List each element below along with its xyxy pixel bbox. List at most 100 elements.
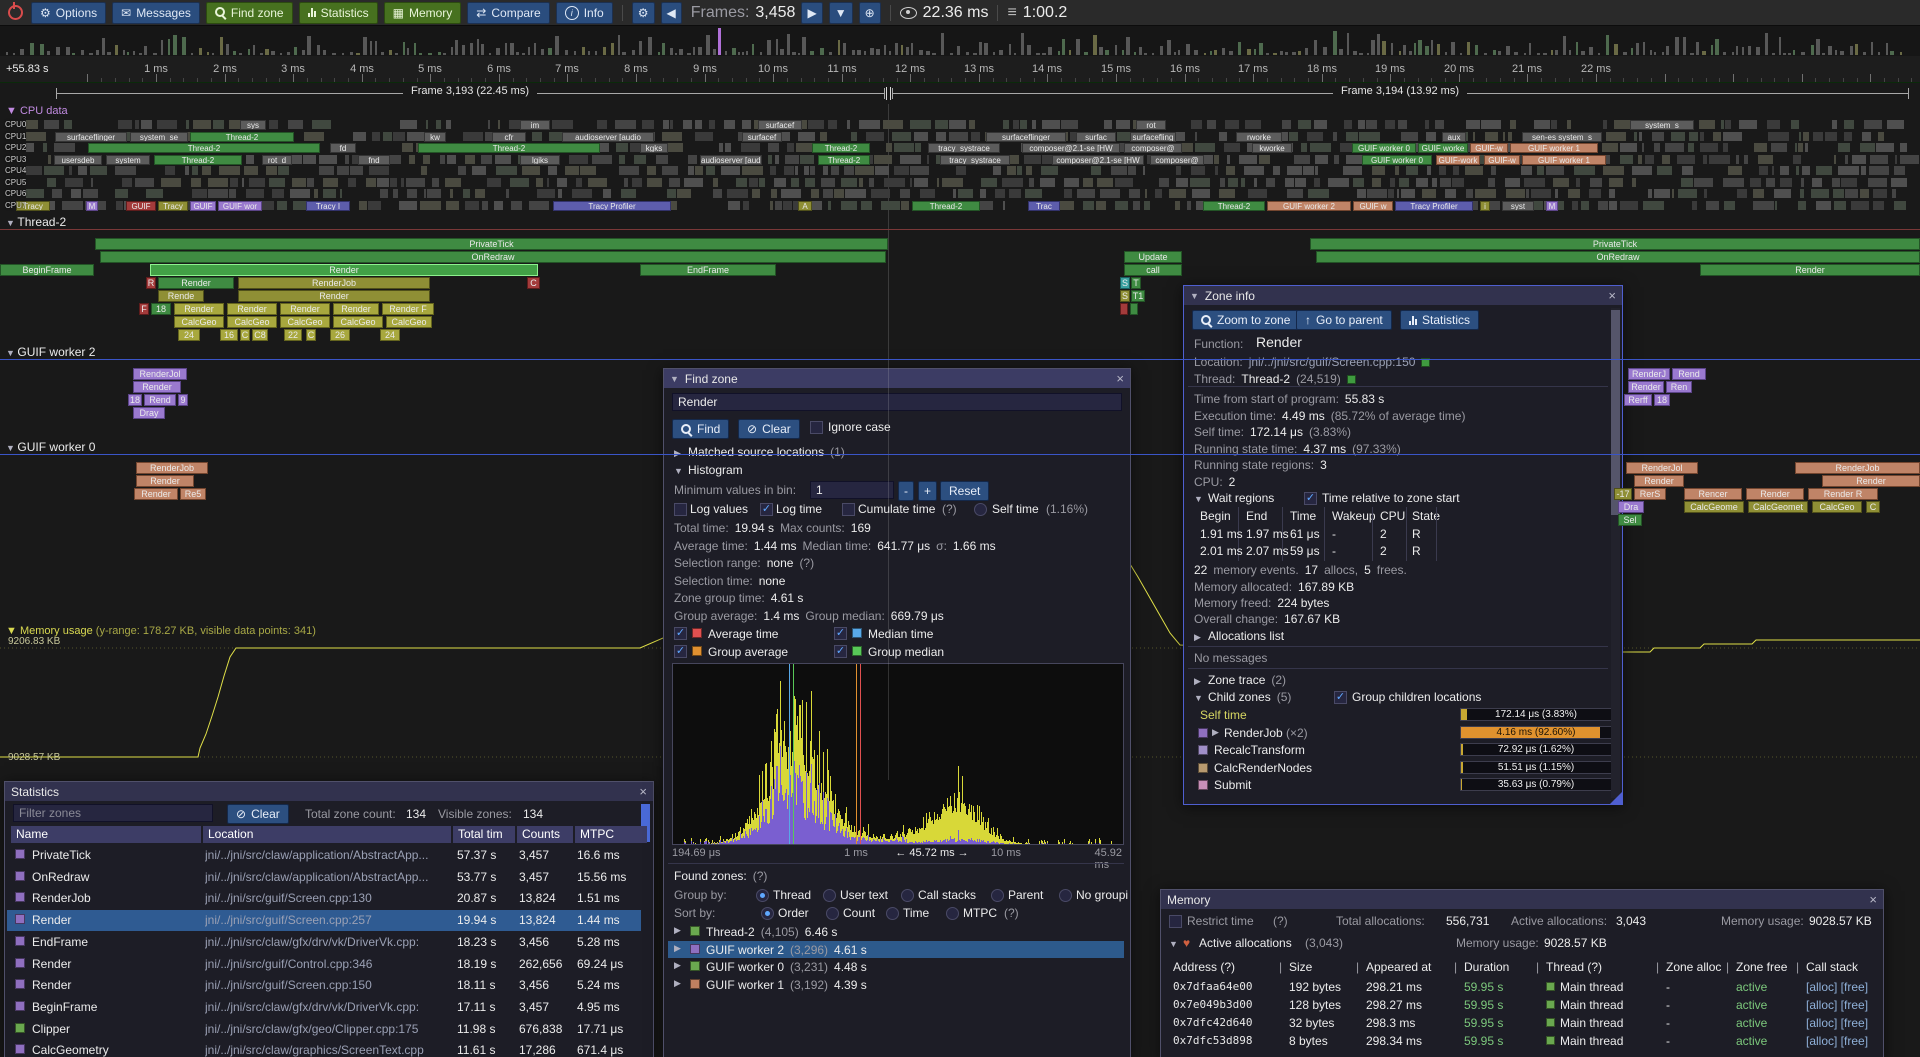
child-zone-name[interactable]: CalcRenderNodes [1214,761,1312,775]
stat-zone-name[interactable]: BeginFrame [32,1000,97,1014]
timeline-zone[interactable]: Render [136,475,194,487]
cpu-zone[interactable]: GUIF-w [1470,143,1508,153]
timeline-zone[interactable]: C [306,329,316,341]
expand-arrow-icon[interactable]: ▶ [674,960,681,971]
timeline-zone[interactable]: CalcGeo [333,316,383,328]
timeline-zone[interactable]: CalcGeo [386,316,432,328]
timeline-zone[interactable]: Render [1700,264,1920,276]
timeline-zone[interactable]: RenderJob [238,277,430,289]
timeline-zone[interactable]: BeginFrame [0,264,94,276]
sort-by-option-mtpc[interactable] [946,907,959,920]
timeline-zone[interactable]: RenderJol [1626,462,1698,474]
timeline-zone[interactable]: -17 [1614,488,1632,500]
cpu-zone[interactable]: composer@2.1-se [HW [1022,143,1120,153]
cpu-zone[interactable]: Thread-2 [812,143,870,153]
cpu-zone[interactable]: system_se [130,132,188,142]
cpu-zone[interactable]: system [106,155,150,165]
cpu-zone[interactable]: rot_d [262,155,292,165]
cpu-zone[interactable]: GUIF worker 0 [1362,155,1432,165]
column-header-location[interactable]: Location [203,826,451,843]
cpu-zone[interactable]: cfr [492,132,526,142]
cpu-zone[interactable]: rworke [1236,132,1282,142]
timeline-zone[interactable]: Rend [144,394,176,406]
cpu-zone[interactable]: Thread-2 [154,155,242,165]
cpu-zone[interactable]: kgks [640,143,668,153]
expand-arrow-icon[interactable]: ▶ [1194,676,1201,687]
timeline-zone[interactable]: RerS [1634,488,1666,500]
column-header-address-[interactable]: Address (?) [1173,960,1235,974]
cpu-zone[interactable]: composer@ [1124,143,1182,153]
timeline-zone[interactable]: S [1120,290,1130,302]
alloc-address[interactable]: 0x7dfc42d640 [1173,1016,1252,1029]
stat-zone-name[interactable]: OnRedraw [32,870,89,884]
find-zone-search-input[interactable]: Render [672,393,1122,411]
cpu-zone[interactable]: im [520,120,550,130]
timeline-zone[interactable]: Dray [133,407,165,419]
cpu-zone[interactable]: kworke [1252,143,1292,153]
collapse-arrow-icon[interactable]: ▼ [6,443,17,453]
group-by-option-call-stacks[interactable] [901,889,914,902]
timeline-zone[interactable]: Dra [1618,501,1644,513]
cpu-zone[interactable]: composer@ [1150,155,1204,165]
cpu-zone[interactable]: audioserver [audio [700,155,762,165]
timeline-zone[interactable]: Render [1634,475,1684,487]
cpu-zone[interactable]: M [1546,201,1558,211]
window-titlebar[interactable]: ▼ Find zone × [664,369,1130,388]
cpu-zone[interactable]: surfacef [742,132,782,142]
restrict-time-checkbox[interactable] [1169,915,1182,928]
log-time-checkbox[interactable] [760,503,773,516]
found-group-row[interactable]: GUIF worker 2(3,296)4.61 s [706,943,867,957]
ignore-case-checkbox[interactable] [810,421,823,434]
timeline-zone[interactable]: CalcGeomet [1748,501,1808,513]
window-titlebar[interactable]: Memory × [1161,890,1883,909]
timeline-zone[interactable]: Render [1628,381,1664,393]
cumulate-time-checkbox[interactable] [842,503,855,516]
timeline-zone[interactable]: Render [158,277,234,289]
child-zone-name[interactable]: RenderJob [1224,726,1283,740]
alloc-address[interactable]: 0x7dfaa64e00 [1173,980,1252,993]
collapse-arrow-icon[interactable]: ▼ [1194,693,1203,703]
window-titlebar[interactable]: ▼ Zone info × [1184,286,1622,305]
expand-arrow-icon[interactable]: ▶ [1212,727,1219,738]
timeline-zone[interactable]: Render [134,488,178,500]
expand-arrow-icon[interactable]: ▶ [674,978,681,989]
cpu-zone[interactable]: audioserver [audio [562,132,654,142]
cpu-zone[interactable]: system_s [1630,120,1694,130]
found-group-row[interactable]: GUIF worker 0(3,231)4.48 s [706,960,867,974]
group-by-option-parent[interactable] [991,889,1004,902]
timeline-zone[interactable]: CalcGeo [280,316,330,328]
timeline-zone[interactable]: Render R [1808,488,1878,500]
timeline-zone[interactable]: Render [150,264,538,276]
cpu-zone[interactable]: tracy_systrace [928,143,1000,153]
timeline-zone[interactable]: Render [1822,475,1920,487]
cpu-zone[interactable]: lgiks [520,155,560,165]
timeline-zone[interactable]: OnRedraw [100,251,886,263]
expand-arrow-icon[interactable]: ▶ [674,925,681,936]
timeline-zone[interactable]: C [240,329,250,341]
timeline-zone[interactable]: Render [174,303,224,315]
group-by-option-user-text[interactable] [823,889,836,902]
cpu-zone[interactable]: GUIF worker 1 [1510,143,1598,153]
stat-zone-name[interactable]: Render [32,978,71,992]
cpu-zone[interactable]: surfac [1076,132,1116,142]
timeline-zone[interactable]: T1 [1131,290,1145,302]
collapse-arrow-icon[interactable]: ▼ [674,466,683,476]
cpu-zone[interactable]: Thread-2 [88,143,320,153]
alloc-address[interactable]: 0x7e049b3d00 [1173,998,1252,1011]
column-header-call-stack[interactable]: Call stack [1806,960,1858,974]
timeline-zone[interactable]: 22 [284,329,302,341]
cpu-zone[interactable]: syst [1502,201,1534,211]
filter-zones-input[interactable]: Filter zones [13,804,213,822]
min-bin-input[interactable]: 1 [810,481,894,499]
cpu-zone[interactable]: GUIF wor [218,201,262,211]
cpu-zone[interactable]: GUIF-w [1484,155,1520,165]
cpu-zone[interactable]: composer@2.1-se [HW [1052,155,1144,165]
legend-checkbox-median-time[interactable] [834,627,847,640]
group-children-checkbox[interactable] [1334,691,1347,704]
timeline-zone[interactable]: C8 [252,329,268,341]
cpu-zone[interactable]: fnd [358,155,390,165]
column-header-duration[interactable]: Duration [1464,960,1509,974]
stat-zone-name[interactable]: RenderJob [32,891,91,905]
collapse-arrow-icon[interactable]: ▼ [6,218,17,228]
collapse-arrow-icon[interactable]: ▼ [1190,291,1199,301]
